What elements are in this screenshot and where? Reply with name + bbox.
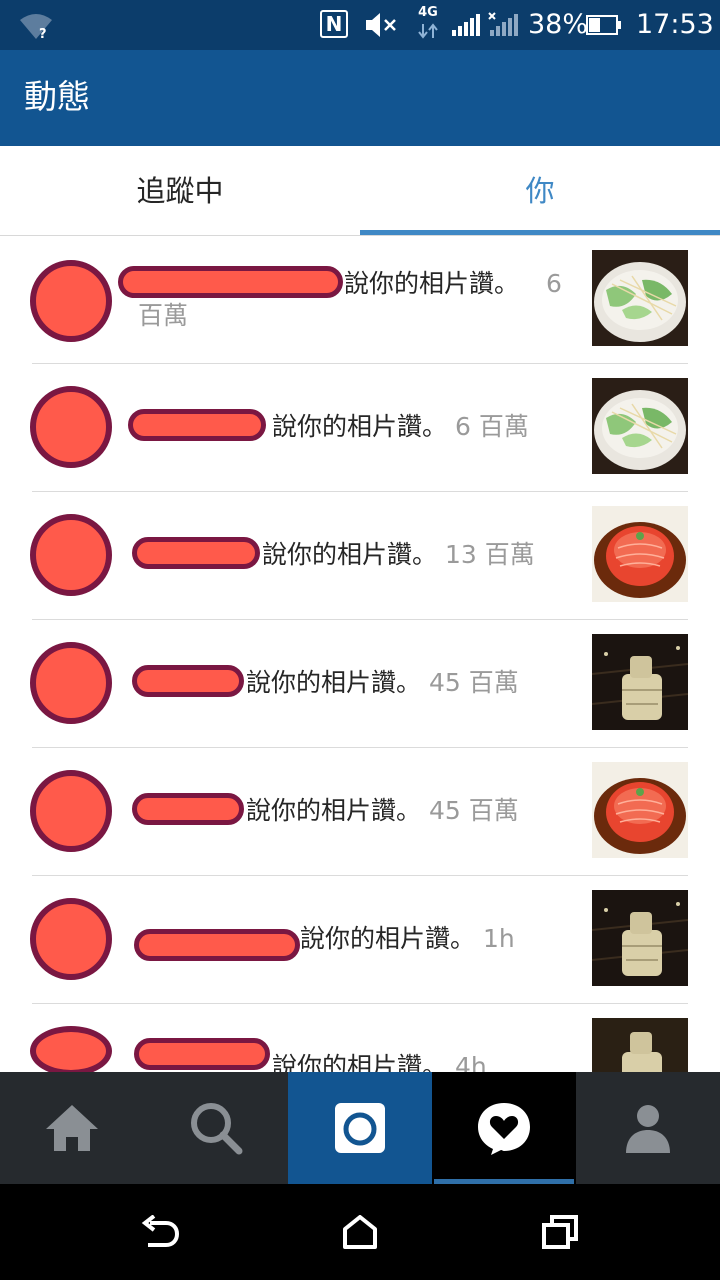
nfc-icon: N <box>320 10 348 38</box>
profile-icon <box>626 1105 670 1153</box>
system-recents-button[interactable] <box>528 1200 592 1264</box>
photo-thumbnail[interactable] <box>592 506 688 602</box>
list-item[interactable]: 說你的相片讚。 4h <box>0 1004 720 1072</box>
nav-activity[interactable] <box>432 1072 576 1184</box>
list-item[interactable]: 說你的相片讚。 13 百萬 <box>0 492 720 620</box>
avatar[interactable] <box>30 770 112 852</box>
redacted-username[interactable] <box>128 409 266 441</box>
avatar[interactable] <box>30 260 112 342</box>
page-title: 動態 <box>24 77 90 116</box>
notification-message: 說你的相片讚。 <box>300 924 476 953</box>
home-icon <box>46 1105 98 1151</box>
avatar[interactable] <box>30 642 112 724</box>
notification-message: 說你的相片讚。 <box>246 668 422 697</box>
list-item[interactable]: 說你的相片讚。 6 百萬 <box>0 236 720 364</box>
battery-percent: 38% <box>528 9 589 40</box>
status-bar: ? N 4G 38% 17:53 <box>0 0 720 50</box>
nav-profile[interactable] <box>576 1072 720 1184</box>
nav-camera[interactable] <box>288 1072 432 1184</box>
list-item[interactable]: 說你的相片讚。 1h <box>0 876 720 1004</box>
notification-text: 說你的相片讚。 13 百萬 <box>262 539 535 571</box>
avatar[interactable] <box>30 514 112 596</box>
redacted-username[interactable] <box>132 793 244 825</box>
notification-message: 說你的相片讚。 <box>272 412 448 441</box>
activity-heart-icon <box>478 1103 530 1155</box>
recents-icon <box>542 1215 578 1249</box>
redacted-username[interactable] <box>118 266 343 298</box>
notification-text: 說你的相片讚。 45 百萬 <box>246 667 519 699</box>
system-home-button[interactable] <box>328 1200 392 1264</box>
signal-strength-icon <box>450 14 482 36</box>
activity-feed[interactable]: 說你的相片讚。 6 百萬 說你的相片讚。 6 百萬 說你的相片讚。 13 百萬 … <box>0 236 720 1072</box>
photo-thumbnail[interactable] <box>592 634 688 730</box>
home-outline-icon <box>343 1215 377 1249</box>
camera-icon <box>335 1103 385 1153</box>
network-type-label: 4G <box>418 5 438 20</box>
notification-time: 6 百萬 <box>454 412 529 441</box>
notification-time-part1: 6 <box>546 269 562 298</box>
notification-text: 說你的相片讚。 45 百萬 <box>246 795 519 827</box>
app-bar: 動態 <box>0 50 720 146</box>
photo-thumbnail[interactable] <box>592 762 688 858</box>
notification-text: 說你的相片讚。 1h <box>300 923 515 955</box>
notification-text: 說你的相片讚。 4h <box>272 1051 487 1072</box>
photo-thumbnail[interactable] <box>592 378 688 474</box>
notification-time: 百萬 <box>138 301 189 330</box>
photo-thumbnail[interactable] <box>592 250 688 346</box>
nav-home[interactable] <box>0 1072 144 1184</box>
nav-search[interactable] <box>144 1072 288 1184</box>
wifi-unknown-icon: ? <box>18 12 54 42</box>
notification-text: 說你的相片讚。 <box>344 268 519 300</box>
notification-time: 45 百萬 <box>428 668 519 697</box>
redacted-username[interactable] <box>134 1038 270 1070</box>
svg-text:?: ? <box>39 27 47 40</box>
list-item[interactable]: 說你的相片讚。 45 百萬 <box>0 748 720 876</box>
photo-thumbnail[interactable] <box>592 1018 688 1072</box>
battery-icon <box>586 15 622 35</box>
volume-muted-icon <box>364 10 398 40</box>
clock: 17:53 <box>636 9 714 40</box>
notification-time: 4h <box>454 1052 487 1072</box>
back-icon <box>141 1215 180 1247</box>
photo-thumbnail[interactable] <box>592 890 688 986</box>
notification-time: 1h <box>482 924 515 953</box>
notification-message: 說你的相片讚。 <box>272 1052 448 1072</box>
notification-text: 說你的相片讚。 6 百萬 <box>272 411 529 443</box>
avatar[interactable] <box>30 386 112 468</box>
network-type-indicator: 4G <box>414 6 442 42</box>
notification-time: 13 百萬 <box>444 540 535 569</box>
redacted-username[interactable] <box>132 537 260 569</box>
avatar[interactable] <box>30 1026 112 1072</box>
bottom-navigation <box>0 1072 720 1184</box>
signal-strength-secondary-icon <box>488 12 520 36</box>
tab-you[interactable]: 你 <box>360 146 720 236</box>
list-item[interactable]: 說你的相片讚。 45 百萬 <box>0 620 720 748</box>
redacted-username[interactable] <box>134 929 300 961</box>
tab-bar: 追蹤中 你 <box>0 146 720 236</box>
redacted-username[interactable] <box>132 665 244 697</box>
avatar[interactable] <box>30 898 112 980</box>
notification-time: 45 百萬 <box>428 796 519 825</box>
notification-message: 說你的相片讚。 <box>262 540 438 569</box>
system-back-button[interactable] <box>128 1200 192 1264</box>
notification-message: 說你的相片讚。 <box>344 269 520 298</box>
tab-following[interactable]: 追蹤中 <box>0 146 360 236</box>
search-icon <box>191 1103 243 1155</box>
tab-selected-indicator <box>360 230 720 235</box>
list-item[interactable]: 說你的相片讚。 6 百萬 <box>0 364 720 492</box>
notification-message: 說你的相片讚。 <box>246 796 422 825</box>
system-navigation <box>0 1184 720 1280</box>
